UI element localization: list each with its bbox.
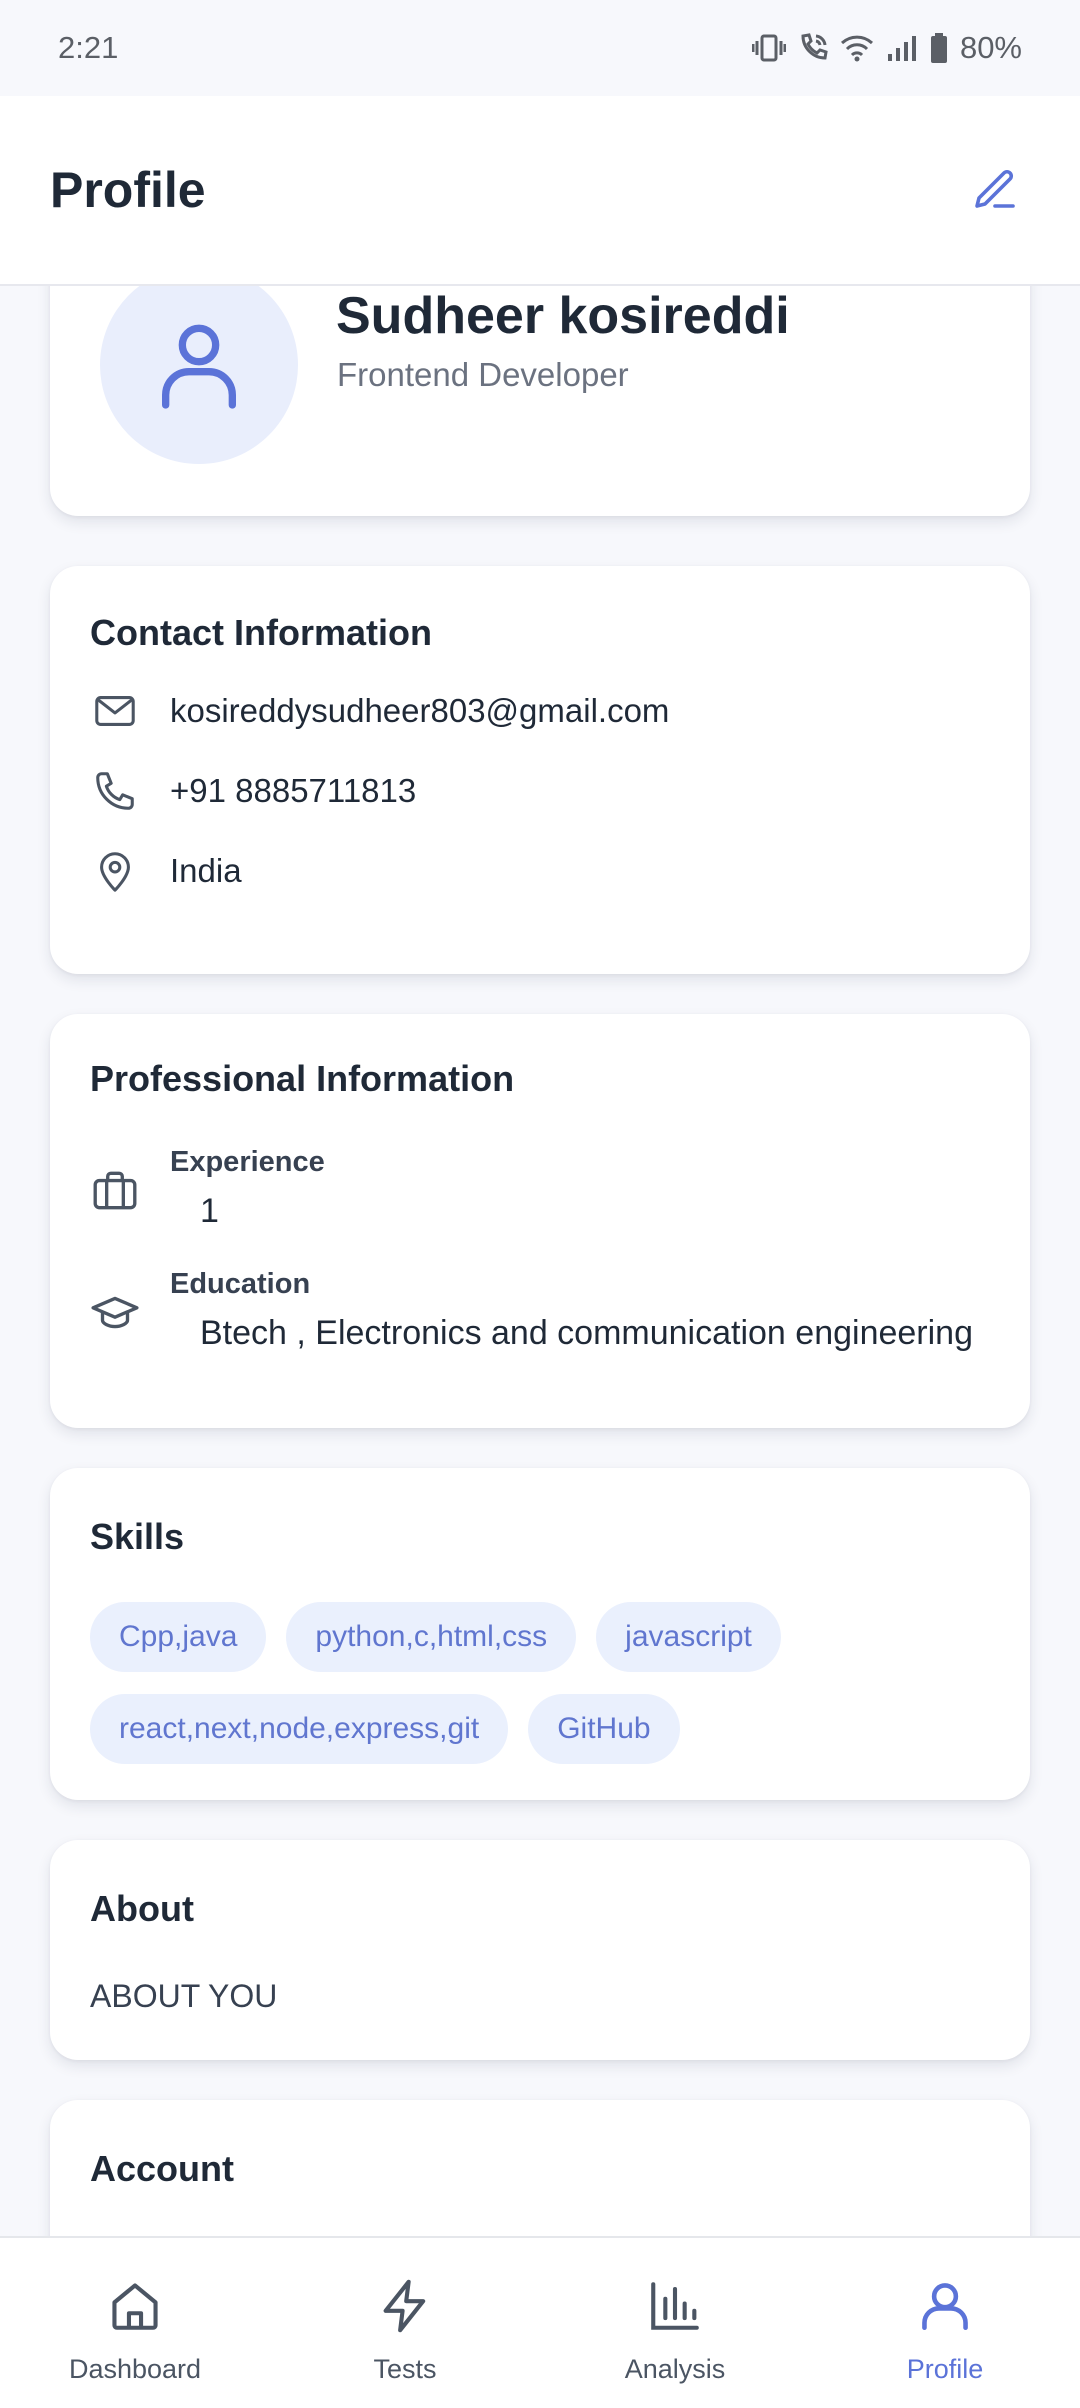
experience-item: Experience 1 — [90, 1144, 1010, 1244]
contact-title: Contact Information — [90, 612, 432, 653]
account-card: Account — [50, 2100, 1030, 2236]
skills-card: Skills Cpp,java python,c,html,css javasc… — [50, 1468, 1030, 1800]
briefcase-icon — [90, 1166, 140, 1216]
page-title: Profile — [50, 162, 206, 218]
nav-tests-label: Tests — [373, 2354, 437, 2384]
nav-profile-label: Profile — [906, 2354, 984, 2384]
bar-chart-icon — [645, 2276, 705, 2336]
skill-chip[interactable]: GitHub — [528, 1694, 680, 1764]
about-title: About — [90, 1888, 194, 1929]
status-bar: 2:21 80% — [0, 0, 1080, 96]
skills-title: Skills — [90, 1516, 185, 1557]
lightning-icon — [375, 2276, 435, 2336]
contact-card: Contact Information kosireddysudheer803@… — [50, 566, 1030, 974]
profile-role: Frontend Developer — [337, 356, 629, 393]
pencil-icon — [975, 169, 1015, 208]
profile-name: Sudheer kosireddi — [336, 287, 790, 345]
skill-chip[interactable]: Cpp,java — [90, 1602, 267, 1672]
mail-icon — [90, 686, 140, 736]
phone-icon — [90, 766, 140, 816]
profile-card: Sudheer kosireddi Frontend Developer — [50, 286, 1030, 516]
home-icon — [105, 2276, 165, 2336]
contact-phone: +91 8885711813 — [170, 772, 417, 809]
user-icon — [915, 2276, 975, 2336]
status-icons: 80% — [751, 30, 1022, 66]
about-card: About ABOUT YOU — [50, 1840, 1030, 2060]
nav-tests[interactable]: Tests — [270, 2238, 540, 2408]
app-header: Profile — [0, 96, 1080, 286]
wifi-icon — [840, 35, 873, 62]
education-item: Education Btech , Electronics and commun… — [90, 1266, 1010, 1366]
professional-title: Professional Information — [90, 1058, 515, 1099]
wifi-call-icon — [801, 33, 828, 60]
battery-level: 80% — [959, 30, 1022, 65]
graduation-cap-icon — [90, 1288, 140, 1338]
contact-email-row: kosireddysudheer803@gmail.com — [90, 686, 669, 736]
about-text: ABOUT YOU — [90, 1978, 278, 2014]
user-icon — [162, 324, 236, 409]
nav-dashboard-label: Dashboard — [68, 2354, 202, 2384]
professional-card: Professional Information Experience 1 Ed… — [50, 1014, 1030, 1428]
skill-chip[interactable]: python,c,html,css — [286, 1602, 577, 1672]
education-label: Education — [170, 1268, 311, 1300]
skill-chip[interactable]: javascript — [596, 1602, 781, 1672]
nav-analysis[interactable]: Analysis — [540, 2238, 810, 2408]
location-pin-icon — [90, 846, 140, 896]
account-title: Account — [90, 2148, 234, 2189]
edit-profile-button[interactable] — [960, 155, 1030, 225]
signal-icon — [887, 36, 916, 61]
nav-dashboard[interactable]: Dashboard — [0, 2238, 270, 2408]
contact-location-row: India — [90, 846, 242, 896]
education-value: Btech , Electronics and communication en… — [200, 1314, 973, 1352]
experience-value: 1 — [200, 1192, 219, 1230]
contact-email: kosireddysudheer803@gmail.com — [170, 692, 670, 729]
profile-content[interactable]: Sudheer kosireddi Frontend Developer Con… — [0, 286, 1080, 2236]
skill-chip[interactable]: react,next,node,express,git — [90, 1694, 509, 1764]
battery-icon — [930, 33, 947, 63]
status-time: 2:21 — [58, 30, 119, 65]
experience-label: Experience — [170, 1146, 325, 1178]
contact-location: India — [170, 852, 242, 889]
avatar — [100, 286, 298, 464]
bottom-nav: Dashboard Tests Analysis Profile — [0, 2236, 1080, 2408]
contact-phone-row: +91 8885711813 — [90, 766, 416, 816]
nav-analysis-label: Analysis — [624, 2354, 726, 2384]
skills-chips: Cpp,java python,c,html,css javascript re… — [90, 1602, 990, 1764]
vibrate-icon — [751, 34, 786, 62]
nav-profile[interactable]: Profile — [810, 2238, 1080, 2408]
